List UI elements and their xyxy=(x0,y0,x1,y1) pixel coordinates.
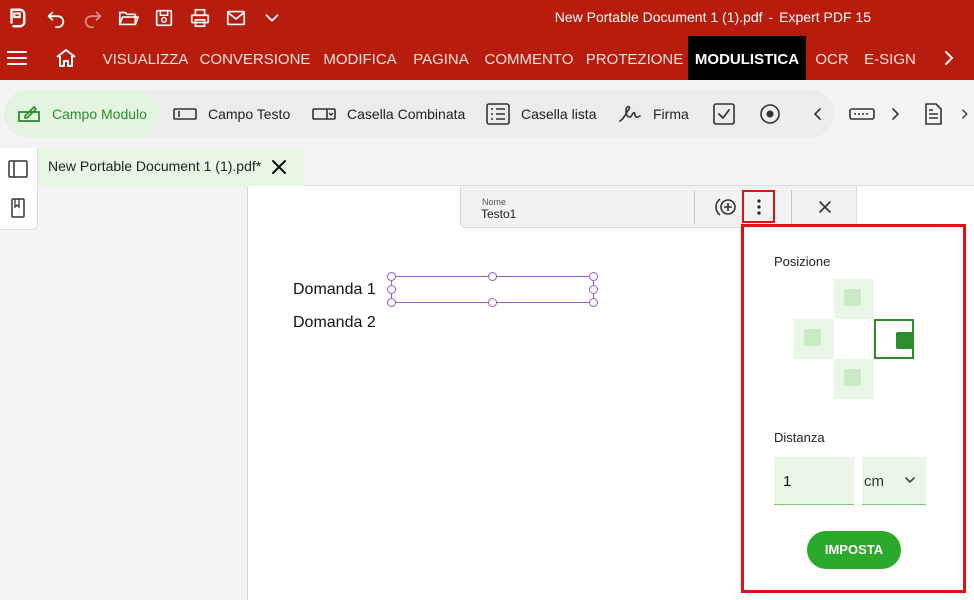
radio-field-button[interactable] xyxy=(757,90,793,138)
sidebar-toggle-icon[interactable] xyxy=(7,158,29,180)
firma-button[interactable]: Firma xyxy=(617,90,689,138)
app-name: Expert PDF 15 xyxy=(779,9,871,25)
position-marker xyxy=(896,332,913,349)
tab-modifica[interactable]: MODIFICA xyxy=(319,36,401,80)
radio-button-icon xyxy=(760,104,780,124)
tab-conversione[interactable]: CONVERSIONE xyxy=(199,36,311,80)
form-field-icon xyxy=(18,106,40,122)
menu-bar: VISUALIZZA CONVERSIONE MODIFICA PAGINA C… xyxy=(0,36,974,80)
campo-modulo-label: Campo Modulo xyxy=(52,106,147,122)
hamburger-menu-icon[interactable] xyxy=(5,46,29,70)
text-field-icon xyxy=(173,108,197,120)
distance-input[interactable]: 1 xyxy=(774,457,854,505)
mail-icon[interactable] xyxy=(223,5,249,31)
resize-handle[interactable] xyxy=(589,285,598,294)
title-separator: - xyxy=(768,9,774,25)
home-icon[interactable] xyxy=(54,46,78,70)
undo-icon[interactable] xyxy=(43,5,69,31)
document-tab[interactable]: New Portable Document 1 (1).pdf* xyxy=(38,148,303,186)
tab-esign[interactable]: E-SIGN xyxy=(860,36,920,80)
toolbar-divider xyxy=(694,190,695,224)
question-1-label: Domanda 1 xyxy=(293,281,376,298)
position-top[interactable] xyxy=(834,279,874,319)
close-toolbar-icon[interactable] xyxy=(811,193,839,221)
campo-testo-label: Campo Testo xyxy=(208,106,291,122)
tab-protezione[interactable]: PROTEZIONE xyxy=(585,36,684,80)
button-field-icon xyxy=(849,108,875,120)
imposta-button[interactable]: IMPOSTA xyxy=(807,531,901,569)
position-center xyxy=(834,319,874,359)
ribbon-scroll-right-icon[interactable] xyxy=(885,102,905,126)
position-marker xyxy=(844,289,861,306)
tab-pagina[interactable]: PAGINA xyxy=(409,36,473,80)
ribbon-more-icon[interactable] xyxy=(958,102,974,126)
customize-chevron-down-icon[interactable] xyxy=(259,5,285,31)
combo-box-icon xyxy=(312,108,336,120)
resize-handle[interactable] xyxy=(488,298,497,307)
signature-icon xyxy=(619,105,641,122)
open-folder-icon[interactable] xyxy=(115,5,141,31)
resize-handle[interactable] xyxy=(387,272,396,281)
print-icon[interactable] xyxy=(187,5,213,31)
document-tab-label: New Portable Document 1 (1).pdf* xyxy=(48,158,262,174)
button-field-button[interactable] xyxy=(849,90,885,138)
resize-handle[interactable] xyxy=(589,272,598,281)
more-options-button[interactable] xyxy=(742,190,775,223)
casella-lista-label: Casella lista xyxy=(521,106,597,122)
list-box-icon xyxy=(486,103,510,125)
position-popup: Posizione Distanza 1 cm IMPOSTA xyxy=(741,224,966,593)
save-icon[interactable] xyxy=(151,5,177,31)
unit-value: cm xyxy=(864,473,884,490)
checkbox-icon xyxy=(713,103,735,125)
position-marker xyxy=(804,329,821,346)
toolbar-divider xyxy=(791,190,792,224)
field-toolbar: Nome Testo1 xyxy=(460,186,857,228)
add-action-icon[interactable] xyxy=(712,193,740,221)
resize-handle[interactable] xyxy=(387,285,396,294)
campo-modulo-button[interactable]: Campo Modulo xyxy=(6,90,160,138)
ribbon: Campo Modulo Campo Testo Casella Combina… xyxy=(0,80,974,146)
field-name-label: Nome xyxy=(482,197,507,207)
document-name: New Portable Document 1 (1).pdf xyxy=(554,9,763,25)
resize-handle[interactable] xyxy=(387,298,396,307)
title-bar: New Portable Document 1 (1).pdf - Expert P… xyxy=(0,0,974,36)
app-logo-icon[interactable] xyxy=(4,5,30,31)
campo-testo-button[interactable]: Campo Testo xyxy=(172,90,290,138)
document-icon xyxy=(925,103,942,125)
casella-combinata-label: Casella Combinata xyxy=(347,106,466,122)
field-name-value[interactable]: Testo1 xyxy=(481,207,516,221)
position-right[interactable] xyxy=(874,319,914,359)
tab-modulistica[interactable]: MODULISTICA xyxy=(688,36,806,80)
firma-label: Firma xyxy=(653,106,689,122)
casella-combinata-button[interactable]: Casella Combinata xyxy=(311,90,465,138)
position-left[interactable] xyxy=(794,319,834,359)
unit-select[interactable]: cm xyxy=(862,457,926,505)
chevron-down-icon xyxy=(905,477,915,484)
checkbox-field-button[interactable] xyxy=(711,90,747,138)
chevron-right-icon[interactable] xyxy=(937,46,961,70)
ribbon-scroll-left-icon[interactable] xyxy=(808,102,828,126)
more-vertical-icon xyxy=(756,198,761,215)
resize-handle[interactable] xyxy=(589,298,598,307)
tab-visualizza[interactable]: VISUALIZZA xyxy=(100,36,191,80)
question-2-label: Domanda 2 xyxy=(293,314,376,331)
casella-lista-button[interactable]: Casella lista xyxy=(485,90,596,138)
position-title: Posizione xyxy=(774,254,831,269)
side-panel-toolbar xyxy=(0,148,38,230)
redo-icon[interactable] xyxy=(80,5,106,31)
window-title: New Portable Document 1 (1).pdf - Expert P… xyxy=(555,9,871,25)
document-form-button[interactable] xyxy=(920,90,956,138)
distance-label: Distanza xyxy=(774,430,825,445)
bookmark-icon[interactable] xyxy=(7,197,29,219)
tab-commento[interactable]: COMMENTO xyxy=(481,36,577,80)
position-grid xyxy=(794,279,914,399)
position-bottom[interactable] xyxy=(834,359,874,399)
resize-handle[interactable] xyxy=(488,272,497,281)
tab-ocr[interactable]: OCR xyxy=(812,36,852,80)
close-icon[interactable] xyxy=(268,156,290,178)
position-marker xyxy=(844,369,861,386)
